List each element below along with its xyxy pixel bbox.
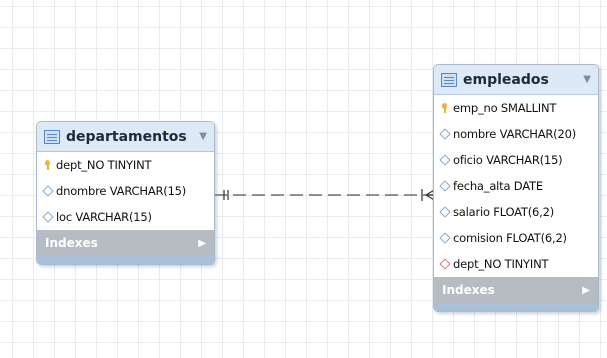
column-row[interactable]: emp_no SMALLINT: [434, 95, 598, 121]
column-list: dept_NO TINYINT dnombre VARCHAR(15) loc …: [37, 152, 214, 230]
column-label: oficio VARCHAR(15): [453, 153, 563, 167]
column-row[interactable]: salario FLOAT(6,2): [434, 199, 598, 225]
column-row[interactable]: loc VARCHAR(15): [37, 204, 214, 230]
primary-key-icon: [43, 160, 53, 170]
attribute-diamond-icon: [440, 233, 450, 243]
column-label: salario FLOAT(6,2): [453, 205, 555, 219]
column-label: comision FLOAT(6,2): [453, 231, 567, 245]
table-icon: [441, 72, 457, 87]
table-header[interactable]: empleados ▼: [434, 65, 598, 95]
chevron-down-icon[interactable]: ▼: [583, 74, 591, 85]
table-departamentos[interactable]: departamentos ▼ dept_NO TINYINT dnombre …: [36, 121, 215, 265]
column-row[interactable]: nombre VARCHAR(20): [434, 121, 598, 147]
column-row[interactable]: dnombre VARCHAR(15): [37, 178, 214, 204]
column-row[interactable]: oficio VARCHAR(15): [434, 147, 598, 173]
column-label: emp_no SMALLINT: [453, 101, 557, 115]
attribute-diamond-icon: [440, 207, 450, 217]
foreign-key-diamond-icon: [440, 259, 450, 269]
attribute-diamond-icon: [440, 129, 450, 139]
column-label: dept_NO TINYINT: [453, 257, 549, 271]
attribute-diamond-icon: [440, 155, 450, 165]
column-label: loc VARCHAR(15): [56, 210, 152, 224]
indexes-section[interactable]: Indexes ▶: [37, 230, 214, 256]
table-footer: [434, 303, 598, 311]
table-empleados[interactable]: empleados ▼ emp_no SMALLINT nombre VARCH…: [433, 64, 599, 312]
attribute-diamond-icon: [43, 186, 53, 196]
column-label: dnombre VARCHAR(15): [56, 184, 187, 198]
column-label: nombre VARCHAR(20): [453, 127, 576, 141]
table-header[interactable]: departamentos ▼: [37, 122, 214, 152]
column-row[interactable]: dept_NO TINYINT: [434, 251, 598, 277]
column-label: dept_NO TINYINT: [56, 158, 152, 172]
column-row[interactable]: comision FLOAT(6,2): [434, 225, 598, 251]
attribute-diamond-icon: [43, 212, 53, 222]
chevron-down-icon[interactable]: ▼: [199, 131, 207, 142]
expand-arrow-icon[interactable]: ▶: [198, 238, 206, 249]
indexes-label: Indexes: [442, 283, 495, 297]
table-footer: [37, 256, 214, 264]
er-diagram-canvas: departamentos ▼ dept_NO TINYINT dnombre …: [0, 0, 607, 358]
table-title: empleados: [463, 71, 549, 88]
column-row[interactable]: fecha_alta DATE: [434, 173, 598, 199]
column-list: emp_no SMALLINT nombre VARCHAR(20) ofici…: [434, 95, 598, 277]
expand-arrow-icon[interactable]: ▶: [582, 285, 590, 296]
table-title: departamentos: [66, 128, 187, 145]
attribute-diamond-icon: [440, 181, 450, 191]
indexes-label: Indexes: [45, 236, 98, 250]
table-icon: [44, 129, 60, 144]
column-label: fecha_alta DATE: [453, 179, 543, 193]
column-row[interactable]: dept_NO TINYINT: [37, 152, 214, 178]
primary-key-icon: [440, 103, 450, 113]
indexes-section[interactable]: Indexes ▶: [434, 277, 598, 303]
